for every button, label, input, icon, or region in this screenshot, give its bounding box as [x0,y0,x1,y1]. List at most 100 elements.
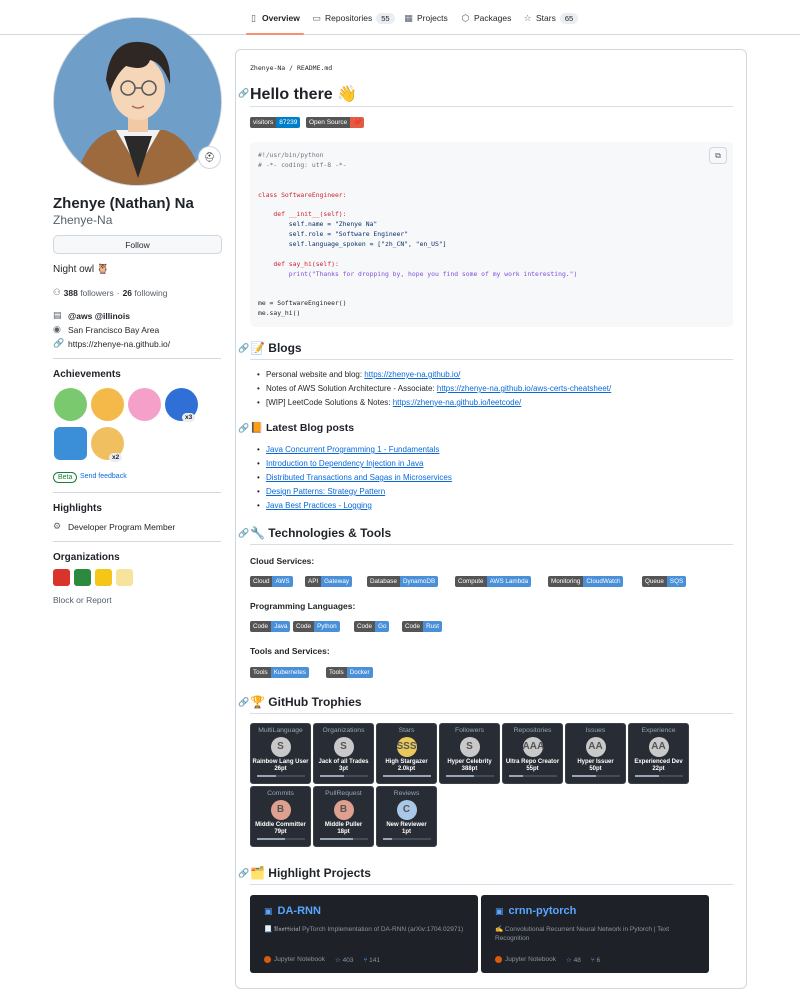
trophy-name: High Stargazer [385,759,428,765]
tools-subheading: Tools and Services: [250,646,330,656]
trophy-progress [256,838,305,840]
trophy-cup-icon: SSS [396,737,417,757]
achievement-pair-extraordinaire[interactable] [54,388,87,421]
trophy-cup-icon: B [270,800,291,820]
trophy-cup-icon: S [333,737,354,757]
tab-packages[interactable]: ⬡ Packages [461,8,512,28]
trophy-cup-icon: S [270,737,291,757]
tech-badge: Monitoring CloudWatch [548,576,624,587]
code-line: # -*- coding: utf-8 -*- [258,160,347,169]
repo-icon: ▣ [264,905,273,916]
trophy-cup-icon: B [333,800,354,820]
code-line: me = SoftwareEngineer() [258,299,347,308]
language-color-dot [264,956,271,964]
achievement-arctic-code-vault[interactable] [54,427,87,460]
org-avatar[interactable] [116,569,133,586]
followers-link[interactable]: 388 followers [64,288,114,298]
achievement-starstruck[interactable] [91,388,124,421]
achievements-title: Achievements [53,369,121,380]
trophy-points: 388pt [461,766,478,772]
divider [250,106,733,107]
list-item: Introduction to Dependency Injection in … [257,459,423,468]
organization-icon: ▤ [53,310,62,320]
trophy-points: 22pt [652,766,665,772]
trophy-points: 79pt [274,829,287,835]
active-tab-indicator [246,33,304,35]
list-item: Personal website and blog: https://zheny… [257,370,460,379]
project-card[interactable]: ▣ crnn-pytorch ✍️ Convolutional Recurrent… [481,895,709,973]
org-avatar[interactable] [53,569,70,586]
tech-heading: 🔧 Technologies & Tools [250,526,392,540]
anchor-link-icon[interactable]: 🔗 [238,868,249,879]
trophy-progress [256,775,305,777]
follow-button[interactable]: Follow [53,235,222,254]
star-icon: ☆ [523,12,532,23]
trophy-cup-icon: AA [585,737,606,757]
anchor-link-icon[interactable]: 🔗 [238,423,249,434]
divider [53,492,221,493]
readme-title: Hello there 👋 [250,86,358,103]
trophy-card: Repositories AAA Ultra Repo Creator 55pt [502,723,563,784]
fork-icon: ⑂ [590,956,595,964]
send-feedback-link[interactable]: Send feedback [80,473,127,480]
status-emoji-button[interactable]: ⛑ [198,146,221,169]
tech-badge: Cloud AWS [250,576,293,587]
table-icon: ▦ [404,12,413,23]
trophy-name: Ultra Repo Creator [505,759,560,765]
divider [250,544,733,545]
visitors-badge: visitors 87239 [250,117,301,128]
trophy-points: 2.0kpt [397,766,416,772]
trophy-points: 1pt [402,829,411,835]
package-icon: ⬡ [461,12,470,23]
org-avatar[interactable] [74,569,91,586]
trophy-name: Rainbow Lang User [252,759,309,765]
code-line: print("Thanks for dropping by, hope you … [258,269,578,278]
trophy-points: 55pt [526,766,539,772]
achievement-yolo[interactable] [128,388,161,421]
trophy-progress [445,775,494,777]
anchor-link-icon[interactable]: 🔗 [238,697,249,708]
tech-badge: Compute AWS Lambda [455,576,532,587]
trophy-card: Reviews C New Reviewer 1pt [376,786,437,847]
link-icon: 🔗 [53,338,65,348]
languages-subheading: Programming Languages: [250,601,356,611]
trophy-title: Issues [585,727,606,734]
block-or-report-link[interactable]: Block or Report [53,595,112,605]
anchor-link-icon[interactable]: 🔗 [238,88,249,99]
tab-repositories[interactable]: ▭ Repositories 55 [312,8,395,28]
tab-projects[interactable]: ▦ Projects [404,8,447,28]
profile-company: ▤ @aws @illinois [53,310,130,321]
projects-heading: 🗂️ Highlight Projects [250,866,371,880]
code-block: #!/usr/bin/python # -*- coding: utf-8 -*-… [250,142,733,327]
trophy-cup-icon: AA [648,737,669,757]
tab-overview[interactable]: ▯ Overview [249,8,300,28]
trophy-card: Issues AA Hyper Issuer 50pt [565,723,626,784]
list-item: [WIP] LeetCode Solutions & Notes: https:… [257,398,521,407]
trophy-card: Stars SSS High Stargazer 2.0kpt [376,723,437,784]
tab-stars[interactable]: ☆ Stars 65 [523,8,579,28]
project-card[interactable]: ▣ DA-RNN 📃 𝖀𝖓𝖔𝖋𝖋𝖎𝖈𝖎𝖆𝖑 PyTorch Implementat… [250,895,478,973]
location-icon: ◉ [53,324,61,334]
anchor-link-icon[interactable]: 🔗 [238,528,249,539]
trophy-name: Hyper Issuer [577,759,614,765]
trophy-title: Reviews [393,790,420,797]
trophy-title: Stars [398,727,415,734]
tech-badge: Tools Docker [326,667,373,678]
trophy-points: 50pt [589,766,602,772]
trophy-progress [634,775,683,777]
following-link[interactable]: 26 following [123,288,168,298]
code-line: def say_hi(self): [258,259,339,268]
org-avatar[interactable] [95,569,112,586]
trophy-card: MultiLanguage S Rainbow Lang User 26pt [250,723,311,784]
divider [250,884,733,885]
trophy-title: Experience [641,727,676,734]
copy-code-button[interactable]: ⧉ [709,147,727,164]
anchor-link-icon[interactable]: 🔗 [238,343,249,354]
avatar[interactable] [53,17,222,186]
trophy-name: Middle Puller [324,822,363,828]
tech-badge: Code Java [250,621,291,632]
